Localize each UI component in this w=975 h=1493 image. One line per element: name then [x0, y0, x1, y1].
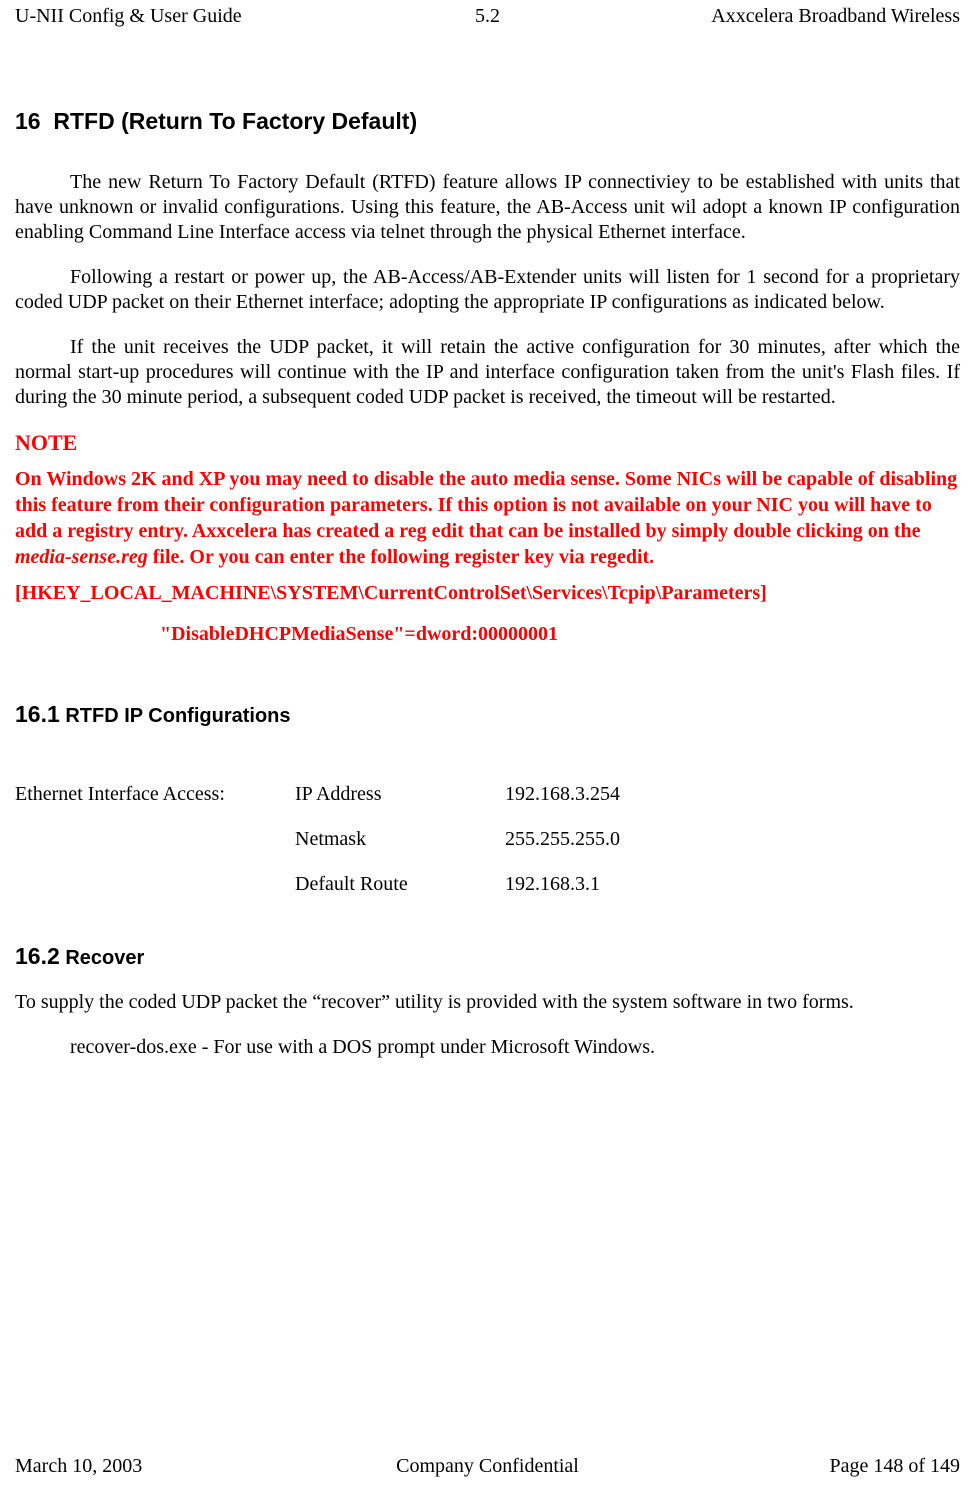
note-body-post: file. Or you can enter the following reg… [148, 546, 654, 568]
section-16-1-number: 16.1 [15, 701, 60, 727]
note-heading: NOTE [15, 430, 960, 456]
rtfd-ip-config-table: Ethernet Interface Access: IP Address 19… [15, 783, 620, 918]
footer-date: March 10, 2003 [15, 1455, 330, 1478]
section-16-title: RTFD (Return To Factory Default) [53, 108, 417, 134]
note-body: On Windows 2K and XP you may need to dis… [15, 466, 960, 570]
footer-page-number: Page 148 of 149 [645, 1455, 960, 1478]
table-row: Ethernet Interface Access: IP Address 19… [15, 783, 620, 828]
section-16-1-heading: 16.1 RTFD IP Configurations [15, 701, 960, 728]
header-left: U-NII Config & User Guide [15, 5, 330, 28]
config-value: 192.168.3.254 [505, 783, 620, 828]
table-row: Netmask 255.255.255.0 [15, 828, 620, 873]
config-label: Ethernet Interface Access: [15, 783, 295, 828]
section-16-2-item-1: recover-dos.exe - For use with a DOS pro… [70, 1035, 960, 1060]
section-16-para-3: If the unit receives the UDP packet, it … [15, 335, 960, 410]
page-footer: March 10, 2003 Company Confidential Page… [15, 1455, 960, 1478]
note-registry-key: [HKEY_LOCAL_MACHINE\SYSTEM\CurrentContro… [15, 582, 960, 605]
config-value: 255.255.255.0 [505, 828, 620, 873]
note-body-pre: On Windows 2K and XP you may need to dis… [15, 468, 957, 542]
section-16-heading: 16 RTFD (Return To Factory Default) [15, 108, 960, 135]
section-16-2-number: 16.2 [15, 943, 60, 969]
section-16-number: 16 [15, 108, 41, 134]
config-field: Default Route [295, 873, 505, 918]
footer-confidential: Company Confidential [330, 1455, 645, 1478]
section-16-2-title: Recover [65, 947, 144, 969]
page-header: U-NII Config & User Guide 5.2 Axxcelera … [15, 0, 960, 28]
note-registry-value: "DisableDHCPMediaSense"=dword:00000001 [160, 623, 960, 646]
config-value: 192.168.3.1 [505, 873, 620, 918]
table-row: Default Route 192.168.3.1 [15, 873, 620, 918]
config-field: IP Address [295, 783, 505, 828]
header-right: Axxcelera Broadband Wireless [645, 5, 960, 28]
section-16-para-1: The new Return To Factory Default (RTFD)… [15, 170, 960, 245]
header-version: 5.2 [330, 5, 645, 28]
section-16-2-para-1: To supply the coded UDP packet the “reco… [15, 990, 960, 1015]
section-16-2-heading: 16.2 Recover [15, 943, 960, 970]
config-field: Netmask [295, 828, 505, 873]
section-16-1-title: RTFD IP Configurations [65, 705, 290, 727]
note-body-filename: media-sense.reg [15, 546, 148, 568]
section-16-para-2: Following a restart or power up, the AB-… [15, 265, 960, 315]
